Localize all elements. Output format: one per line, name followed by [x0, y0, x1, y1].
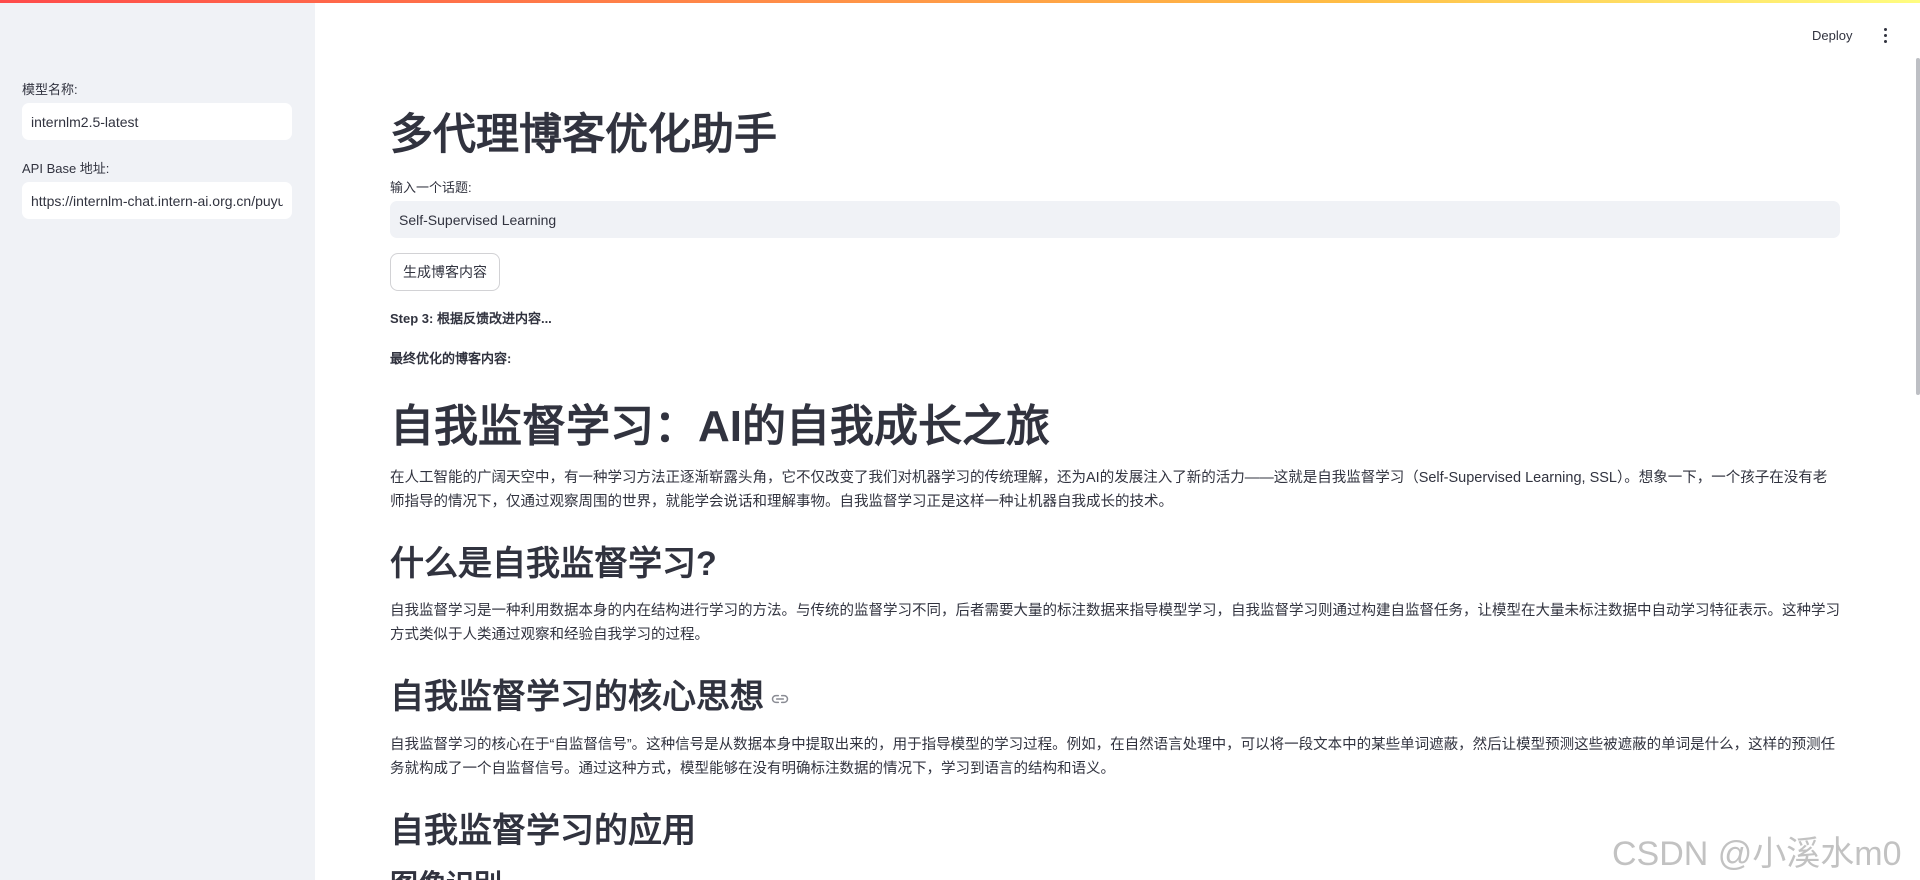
blog-intro-paragraph: 在人工智能的广阔天空中，有一种学习方法正逐渐崭露头角，它不仅改变了我们对机器学习… — [390, 470, 1828, 510]
section-heading-core-idea: 自我监督学习的核心思想 — [390, 676, 790, 718]
api-base-input[interactable] — [22, 182, 292, 219]
csdn-watermark: CSDN @小溪水m0 — [1612, 835, 1902, 873]
section-heading-what-is: 什么是自我监督学习? — [390, 545, 717, 583]
app-window: 模型名称: API Base 地址: Deploy 多代理博客优化助手 输入一个… — [0, 0, 1920, 880]
link-icon[interactable] — [770, 692, 790, 706]
top-decoration-bar — [0, 0, 1920, 3]
main-content: 多代理博客优化助手 输入一个话题: 生成博客内容 Step 3: 根据反馈改进内… — [390, 0, 1840, 880]
more-vertical-icon[interactable] — [1874, 23, 1896, 47]
subsection-heading-image-recognition: 图像识别 — [390, 868, 502, 880]
final-content-label: 最终优化的博客内容: — [390, 351, 512, 366]
topic-input[interactable] — [390, 201, 1840, 238]
section-paragraph-core-idea: 自我监督学习的核心在于“自监督信号”。这种信号是从数据本身中提取出来的，用于指导… — [390, 737, 1836, 777]
model-name-input[interactable] — [22, 103, 292, 140]
step-status-text: Step 3: 根据反馈改进内容... — [390, 311, 552, 326]
blog-heading: 自我监督学习：AI的自我成长之旅 — [390, 402, 1050, 451]
model-name-label: 模型名称: — [22, 82, 78, 97]
generate-blog-button[interactable]: 生成博客内容 — [390, 253, 500, 291]
section-heading-core-idea-text: 自我监督学习的核心思想 — [390, 678, 764, 716]
section-heading-applications: 自我监督学习的应用 — [390, 812, 696, 850]
topic-label: 输入一个话题: — [390, 180, 472, 195]
api-base-label: API Base 地址: — [22, 161, 110, 176]
scrollbar[interactable] — [1916, 58, 1920, 395]
section-paragraph-what-is: 自我监督学习是一种利用数据本身的内在结构进行学习的方法。与传统的监督学习不同，后… — [390, 603, 1840, 643]
page-title: 多代理博客优化助手 — [390, 111, 777, 159]
sidebar: 模型名称: API Base 地址: — [0, 0, 315, 880]
